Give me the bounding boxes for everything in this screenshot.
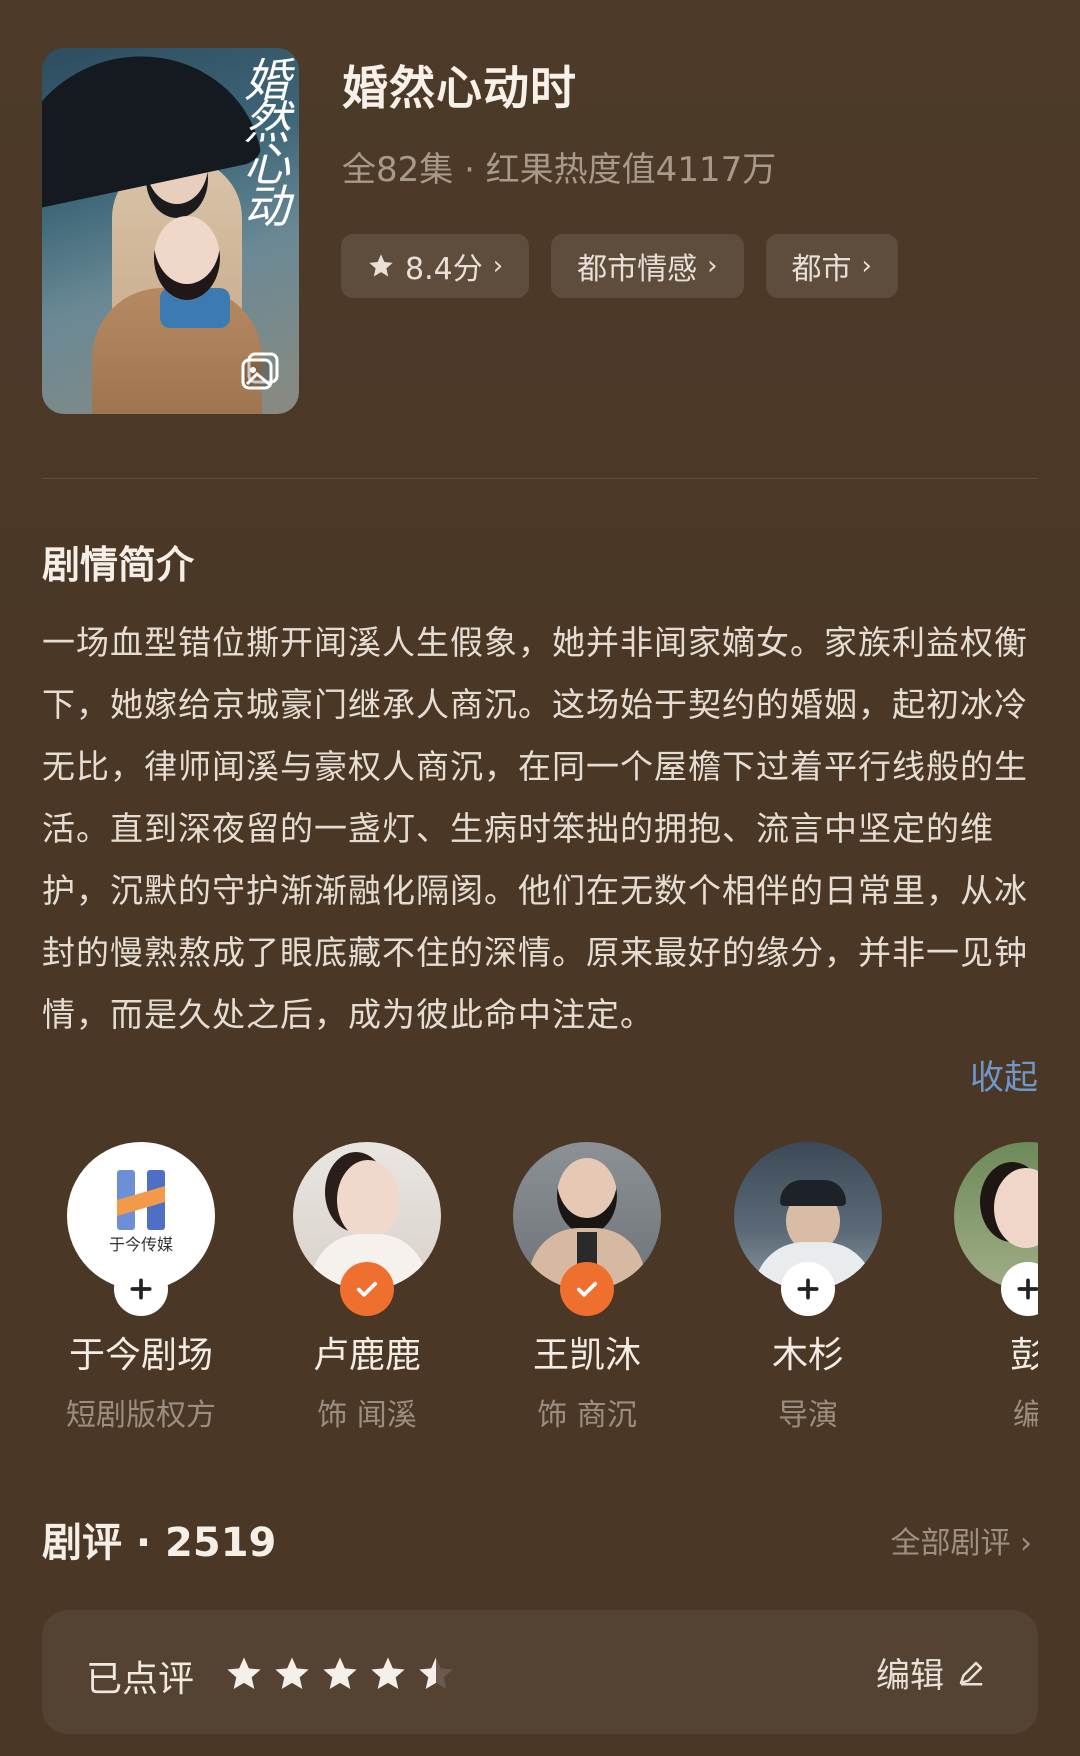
check-icon (356, 1281, 378, 1297)
poster-title-text: 婚然心动 (237, 56, 291, 224)
cast-row[interactable]: 于今传媒 于今剧场 短剧版权方 卢鹿鹿 饰 闻溪 王凯沐 饰 商沉 木杉 导演 … (0, 1142, 1038, 1442)
cast-role: 饰 闻溪 (317, 1398, 417, 1433)
cast-item[interactable]: 于今传媒 于今剧场 短剧版权方 (41, 1142, 241, 1434)
company-logo-text: 于今传媒 (109, 1235, 173, 1254)
plus-icon (1017, 1278, 1038, 1300)
cast-role: 饰 商沉 (537, 1398, 637, 1433)
category-tag[interactable]: 都市 › (765, 234, 898, 298)
drama-detail-page: 婚然心动 婚然心动时 全82集 · 红果热度值4117万 8.4分 › 都市情感… (0, 0, 1080, 1756)
plus-icon (130, 1278, 152, 1300)
all-reviews-link[interactable]: 全部剧评 › (890, 1518, 1032, 1562)
my-review-card[interactable]: 已点评 编辑 (42, 1610, 1038, 1734)
cast-name: 于今剧场 (68, 1335, 213, 1376)
poster[interactable]: 婚然心动 (42, 48, 299, 414)
cast-item[interactable]: 卢鹿鹿 饰 闻溪 (267, 1142, 467, 1434)
cast-name: 卢鹿鹿 (312, 1335, 421, 1376)
drama-title: 婚然心动时 (342, 61, 577, 115)
following-badge[interactable] (560, 1262, 614, 1316)
tag-row: 8.4分 › 都市情感 › 都市 › (341, 234, 898, 298)
cast-name: 木杉 (771, 1335, 844, 1376)
chevron-right-icon: › (707, 251, 718, 281)
star-icon (323, 1657, 357, 1689)
reviews-heading: 剧评 · 2519 (42, 1520, 277, 1566)
follow-button[interactable] (781, 1262, 835, 1316)
star-icon (371, 1657, 405, 1689)
edit-label: 编辑 (876, 1656, 944, 1696)
gallery-icon[interactable] (239, 350, 281, 392)
divider (42, 478, 1038, 479)
follow-button[interactable] (114, 1262, 168, 1316)
rating-tag[interactable]: 8.4分 › (341, 234, 530, 298)
synopsis-text: 一场血型错位撕开闻溪人生假象，她并非闻家嫡女。家族利益权衡下，她嫁给京城豪门继承… (42, 623, 1028, 1034)
cast-item[interactable]: 木杉 导演 (708, 1142, 908, 1434)
cast-name: 彭 (1009, 1335, 1038, 1376)
chevron-right-icon: › (861, 251, 872, 281)
genre-tag[interactable]: 都市情感 › (551, 234, 744, 298)
check-icon (576, 1281, 598, 1297)
cast-role: 编 (1013, 1398, 1038, 1433)
plus-icon (797, 1278, 819, 1300)
genre-tag-label: 都市情感 (577, 252, 698, 287)
poster-head-woman (154, 216, 220, 300)
rating-stars (224, 1654, 456, 1694)
star-icon (369, 254, 393, 277)
star-icon (275, 1657, 309, 1689)
edit-review-button[interactable]: 编辑 (876, 1648, 986, 1697)
chevron-right-icon: › (492, 251, 504, 281)
cast-item[interactable]: 王凯沐 饰 商沉 (487, 1142, 687, 1434)
cast-item[interactable]: 彭 编 (928, 1142, 1038, 1434)
rating-tag-label: 8.4分 (405, 252, 483, 287)
half-star-icon (419, 1657, 453, 1689)
following-badge[interactable] (340, 1262, 394, 1316)
cast-role: 导演 (778, 1398, 838, 1433)
drama-meta: 全82集 · 红果热度值4117万 (342, 150, 777, 190)
cast-name: 王凯沐 (532, 1335, 641, 1376)
synopsis-heading: 剧情简介 (42, 543, 195, 587)
cast-role: 短剧版权方 (66, 1398, 216, 1433)
category-tag-label: 都市 (791, 252, 852, 287)
rated-label: 已点评 (86, 1659, 195, 1700)
collapse-button[interactable]: 收起 (970, 1050, 1038, 1099)
pencil-icon (959, 1661, 983, 1685)
star-icon (227, 1657, 261, 1689)
